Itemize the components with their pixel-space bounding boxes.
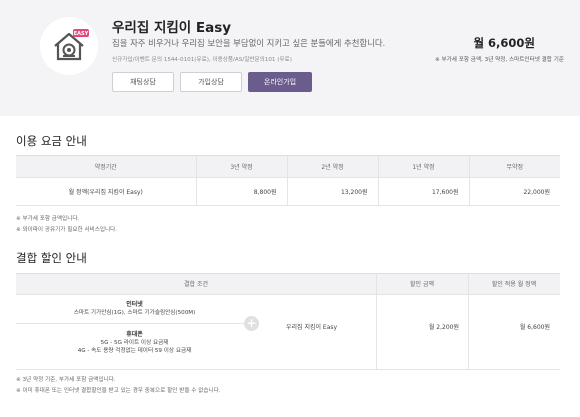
combo-section-title: 결합 할인 안내 [16,251,87,265]
header-final-price: 할인 적용 월 정액 [491,281,537,288]
combo-table-header: 결합 조건 할인 금액 할인 적용 월 정액 [16,274,560,295]
divider [16,323,253,324]
easy-badge: EASY [74,31,89,37]
monthly-price: 월 6,600원 [473,36,535,50]
row-label: 월 정액(우리집 지킴이 Easy) [16,177,197,206]
header-condition: 결합 조건 [184,281,208,288]
header-term: 약정기간 [16,155,197,178]
product-header: EASY 우리집 지킴이 Easy 집을 자주 비우거나 우리집 보안을 부담없… [0,0,580,116]
header-no-contract: 무약정 [469,155,560,178]
condition-internet: 인터넷 스마트 기가안심(1G), 스마트 기가슬림안심(500M) [16,301,253,317]
mobile-label: 휴대폰 [126,331,143,338]
price-3yr: 8,800원 [196,177,288,206]
price-1yr: 17,600원 [378,177,470,206]
product-title: 우리집 지킴이 Easy [112,20,232,36]
internet-label: 인터넷 [126,301,143,308]
join-consult-button[interactable]: 가입상담 [180,72,242,92]
chat-consult-button[interactable]: 채팅상담 [112,72,174,92]
product-description: 집을 자주 비우거나 우리집 보안을 부담없이 지키고 싶은 분들에게 추천합니… [112,38,386,48]
combo-table: 결합 조건 할인 금액 할인 적용 월 정액 인터넷 스마트 기가안심(1G),… [16,273,560,370]
house-camera-icon: EASY [54,29,89,61]
fee-note: ※ 부가세 포함 금액입니다. [16,216,80,222]
combo-note: ※ 3년 약정 기준, 부가세 포함 금액입니다. [16,377,116,383]
mobile-5g: 5G - 5G 라이트 이상 요금제 [100,340,169,346]
product-logo: EASY [40,17,98,75]
header-3yr: 3년 약정 [196,155,288,178]
fee-note: ※ 와이파이 공유기가 필요한 서비스입니다. [16,227,118,233]
price-2yr: 13,200원 [287,177,379,206]
combo-note: ※ 이미 휴대폰 또는 인터넷 결합할인을 받고 있는 경우 중복으로 할인 받… [16,388,221,394]
internet-detail: 스마트 기가안심(1G), 스마트 기가슬림안심(500M) [73,310,196,316]
mobile-4g: 4G - 속도 용량 걱정없는 데이터 59 이상 요금제 [77,348,192,354]
header-1yr: 1년 약정 [378,155,470,178]
price-note: ※ 부가세 포함 금액, 3년 약정, 스마트인터넷 결합 기준 [435,57,564,63]
fee-section-title: 이용 요금 안내 [16,134,87,148]
plus-circle-icon: + [244,316,259,331]
table-row: 월 정액(우리집 지킴이 Easy) 8,800원 13,200원 17,600… [16,177,560,206]
combo-discount: 월 2,200원 [428,324,459,331]
condition-mobile: 휴대폰 5G - 5G 라이트 이상 요금제 4G - 속도 용량 걱정없는 데… [16,331,253,355]
combo-service: 우리집 지킴이 Easy [286,324,338,331]
price-no-contract: 22,000원 [469,177,560,206]
divider [376,274,377,370]
header-discount: 할인 금액 [410,281,434,288]
divider [468,274,469,370]
fee-table: 약정기간 3년 약정 2년 약정 1년 약정 무약정 월 정액(우리집 지킴이 … [16,155,560,206]
header-2yr: 2년 약정 [287,155,379,178]
online-signup-button[interactable]: 온라인가입 [248,72,312,92]
fee-table-header: 약정기간 3년 약정 2년 약정 1년 약정 무약정 [16,155,560,178]
combo-final-price: 월 6,600원 [519,324,550,331]
divider [16,369,560,370]
contact-info: 신규가입/이벤트 문의 1544-0101(유료), 이용상품/AS/일반문의1… [112,57,292,63]
